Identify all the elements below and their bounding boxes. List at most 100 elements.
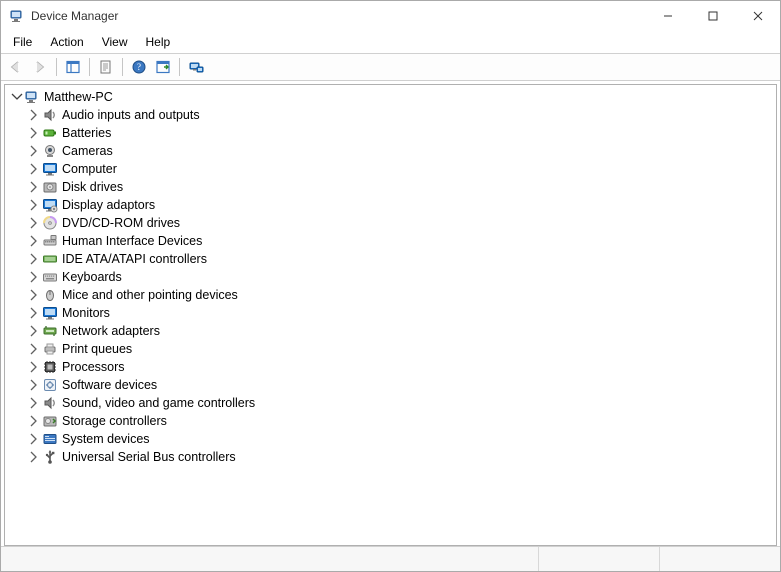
menu-help[interactable]: Help [138, 33, 181, 51]
expand-toggle[interactable] [27, 162, 41, 176]
menu-action[interactable]: Action [42, 33, 93, 51]
system-icon [42, 431, 58, 447]
expand-toggle[interactable] [27, 306, 41, 320]
tree-node-disk[interactable]: Disk drives [27, 178, 776, 196]
menu-bar: File Action View Help [1, 31, 780, 53]
toolbar-forward-button[interactable] [29, 56, 51, 78]
toolbar-separator [89, 58, 90, 76]
expand-toggle[interactable] [27, 108, 41, 122]
toolbar-properties-button[interactable] [95, 56, 117, 78]
device-tree: Matthew-PC Audio inputs and outputsBatte… [5, 85, 776, 469]
tree-root-node[interactable]: Matthew-PC [9, 88, 776, 106]
tree-node-label: Print queues [61, 340, 132, 358]
mice-icon [42, 287, 58, 303]
status-cell [538, 547, 659, 571]
expand-toggle[interactable] [27, 126, 41, 140]
toolbar-export-button[interactable] [152, 56, 174, 78]
tree-node-hid[interactable]: Human Interface Devices [27, 232, 776, 250]
tree-node-keyboards[interactable]: Keyboards [27, 268, 776, 286]
tree-node-label: Storage controllers [61, 412, 167, 430]
display-icon [42, 197, 58, 213]
device-tree-panel[interactable]: Matthew-PC Audio inputs and outputsBatte… [4, 84, 777, 546]
tree-node-dvd[interactable]: DVD/CD-ROM drives [27, 214, 776, 232]
cameras-icon [42, 143, 58, 159]
expand-toggle[interactable] [27, 180, 41, 194]
title-bar: Device Manager [1, 1, 780, 31]
tree-node-processors[interactable]: Processors [27, 358, 776, 376]
tree-node-label: Batteries [61, 124, 111, 142]
status-cell [1, 547, 538, 571]
tree-node-label: Audio inputs and outputs [61, 106, 200, 124]
expand-toggle[interactable] [27, 360, 41, 374]
tree-node-software[interactable]: Software devices [27, 376, 776, 394]
tree-node-label: Computer [61, 160, 117, 178]
tree-node-computer[interactable]: Computer [27, 160, 776, 178]
app-icon [9, 8, 25, 24]
network-icon [42, 323, 58, 339]
expand-toggle[interactable] [27, 288, 41, 302]
maximize-button[interactable] [690, 1, 735, 31]
tree-node-mice[interactable]: Mice and other pointing devices [27, 286, 776, 304]
tree-node-print[interactable]: Print queues [27, 340, 776, 358]
tree-root-label: Matthew-PC [43, 88, 113, 106]
expand-toggle[interactable] [27, 414, 41, 428]
print-icon [42, 341, 58, 357]
device-manager-window: Device Manager File Action View Help [0, 0, 781, 572]
expand-toggle[interactable] [27, 378, 41, 392]
tree-node-label: System devices [61, 430, 150, 448]
tree-node-label: Sound, video and game controllers [61, 394, 255, 412]
hid-icon [42, 233, 58, 249]
expand-toggle[interactable] [27, 198, 41, 212]
tree-node-audio[interactable]: Audio inputs and outputs [27, 106, 776, 124]
expand-toggle[interactable] [27, 234, 41, 248]
expand-toggle[interactable] [9, 90, 23, 104]
toolbar-back-button[interactable] [5, 56, 27, 78]
tree-node-system[interactable]: System devices [27, 430, 776, 448]
toolbar-separator [122, 58, 123, 76]
tree-node-label: Human Interface Devices [61, 232, 202, 250]
toolbar-show-hide-tree-button[interactable] [62, 56, 84, 78]
tree-node-usb[interactable]: Universal Serial Bus controllers [27, 448, 776, 466]
expand-toggle[interactable] [27, 396, 41, 410]
tree-node-label: Monitors [61, 304, 110, 322]
tree-node-sound[interactable]: Sound, video and game controllers [27, 394, 776, 412]
expand-toggle[interactable] [27, 450, 41, 464]
monitors-icon [42, 305, 58, 321]
tree-node-monitors[interactable]: Monitors [27, 304, 776, 322]
menu-view[interactable]: View [94, 33, 138, 51]
tree-node-label: Keyboards [61, 268, 122, 286]
tree-node-batteries[interactable]: Batteries [27, 124, 776, 142]
close-button[interactable] [735, 1, 780, 31]
toolbar-help-button[interactable] [128, 56, 150, 78]
expand-toggle[interactable] [27, 252, 41, 266]
expand-toggle[interactable] [27, 216, 41, 230]
menu-file[interactable]: File [5, 33, 42, 51]
tree-node-storage[interactable]: Storage controllers [27, 412, 776, 430]
tree-node-display[interactable]: Display adaptors [27, 196, 776, 214]
expand-toggle[interactable] [27, 342, 41, 356]
tree-node-label: Processors [61, 358, 125, 376]
minimize-button[interactable] [645, 1, 690, 31]
window-title: Device Manager [31, 9, 118, 23]
tree-node-label: Universal Serial Bus controllers [61, 448, 236, 466]
storage-icon [42, 413, 58, 429]
dvd-icon [42, 215, 58, 231]
audio-icon [42, 107, 58, 123]
toolbar [1, 53, 780, 81]
toolbar-show-devices-button[interactable] [185, 56, 207, 78]
expand-toggle[interactable] [27, 144, 41, 158]
expand-toggle[interactable] [27, 270, 41, 284]
toolbar-separator [179, 58, 180, 76]
computer-icon [42, 161, 58, 177]
tree-node-ide[interactable]: IDE ATA/ATAPI controllers [27, 250, 776, 268]
disk-icon [42, 179, 58, 195]
tree-children: Audio inputs and outputsBatteriesCameras… [9, 106, 776, 466]
status-bar [1, 546, 780, 571]
toolbar-separator [56, 58, 57, 76]
expand-toggle[interactable] [27, 432, 41, 446]
expand-toggle[interactable] [27, 324, 41, 338]
keyboards-icon [42, 269, 58, 285]
tree-node-cameras[interactable]: Cameras [27, 142, 776, 160]
tree-node-network[interactable]: Network adapters [27, 322, 776, 340]
status-cell [659, 547, 780, 571]
